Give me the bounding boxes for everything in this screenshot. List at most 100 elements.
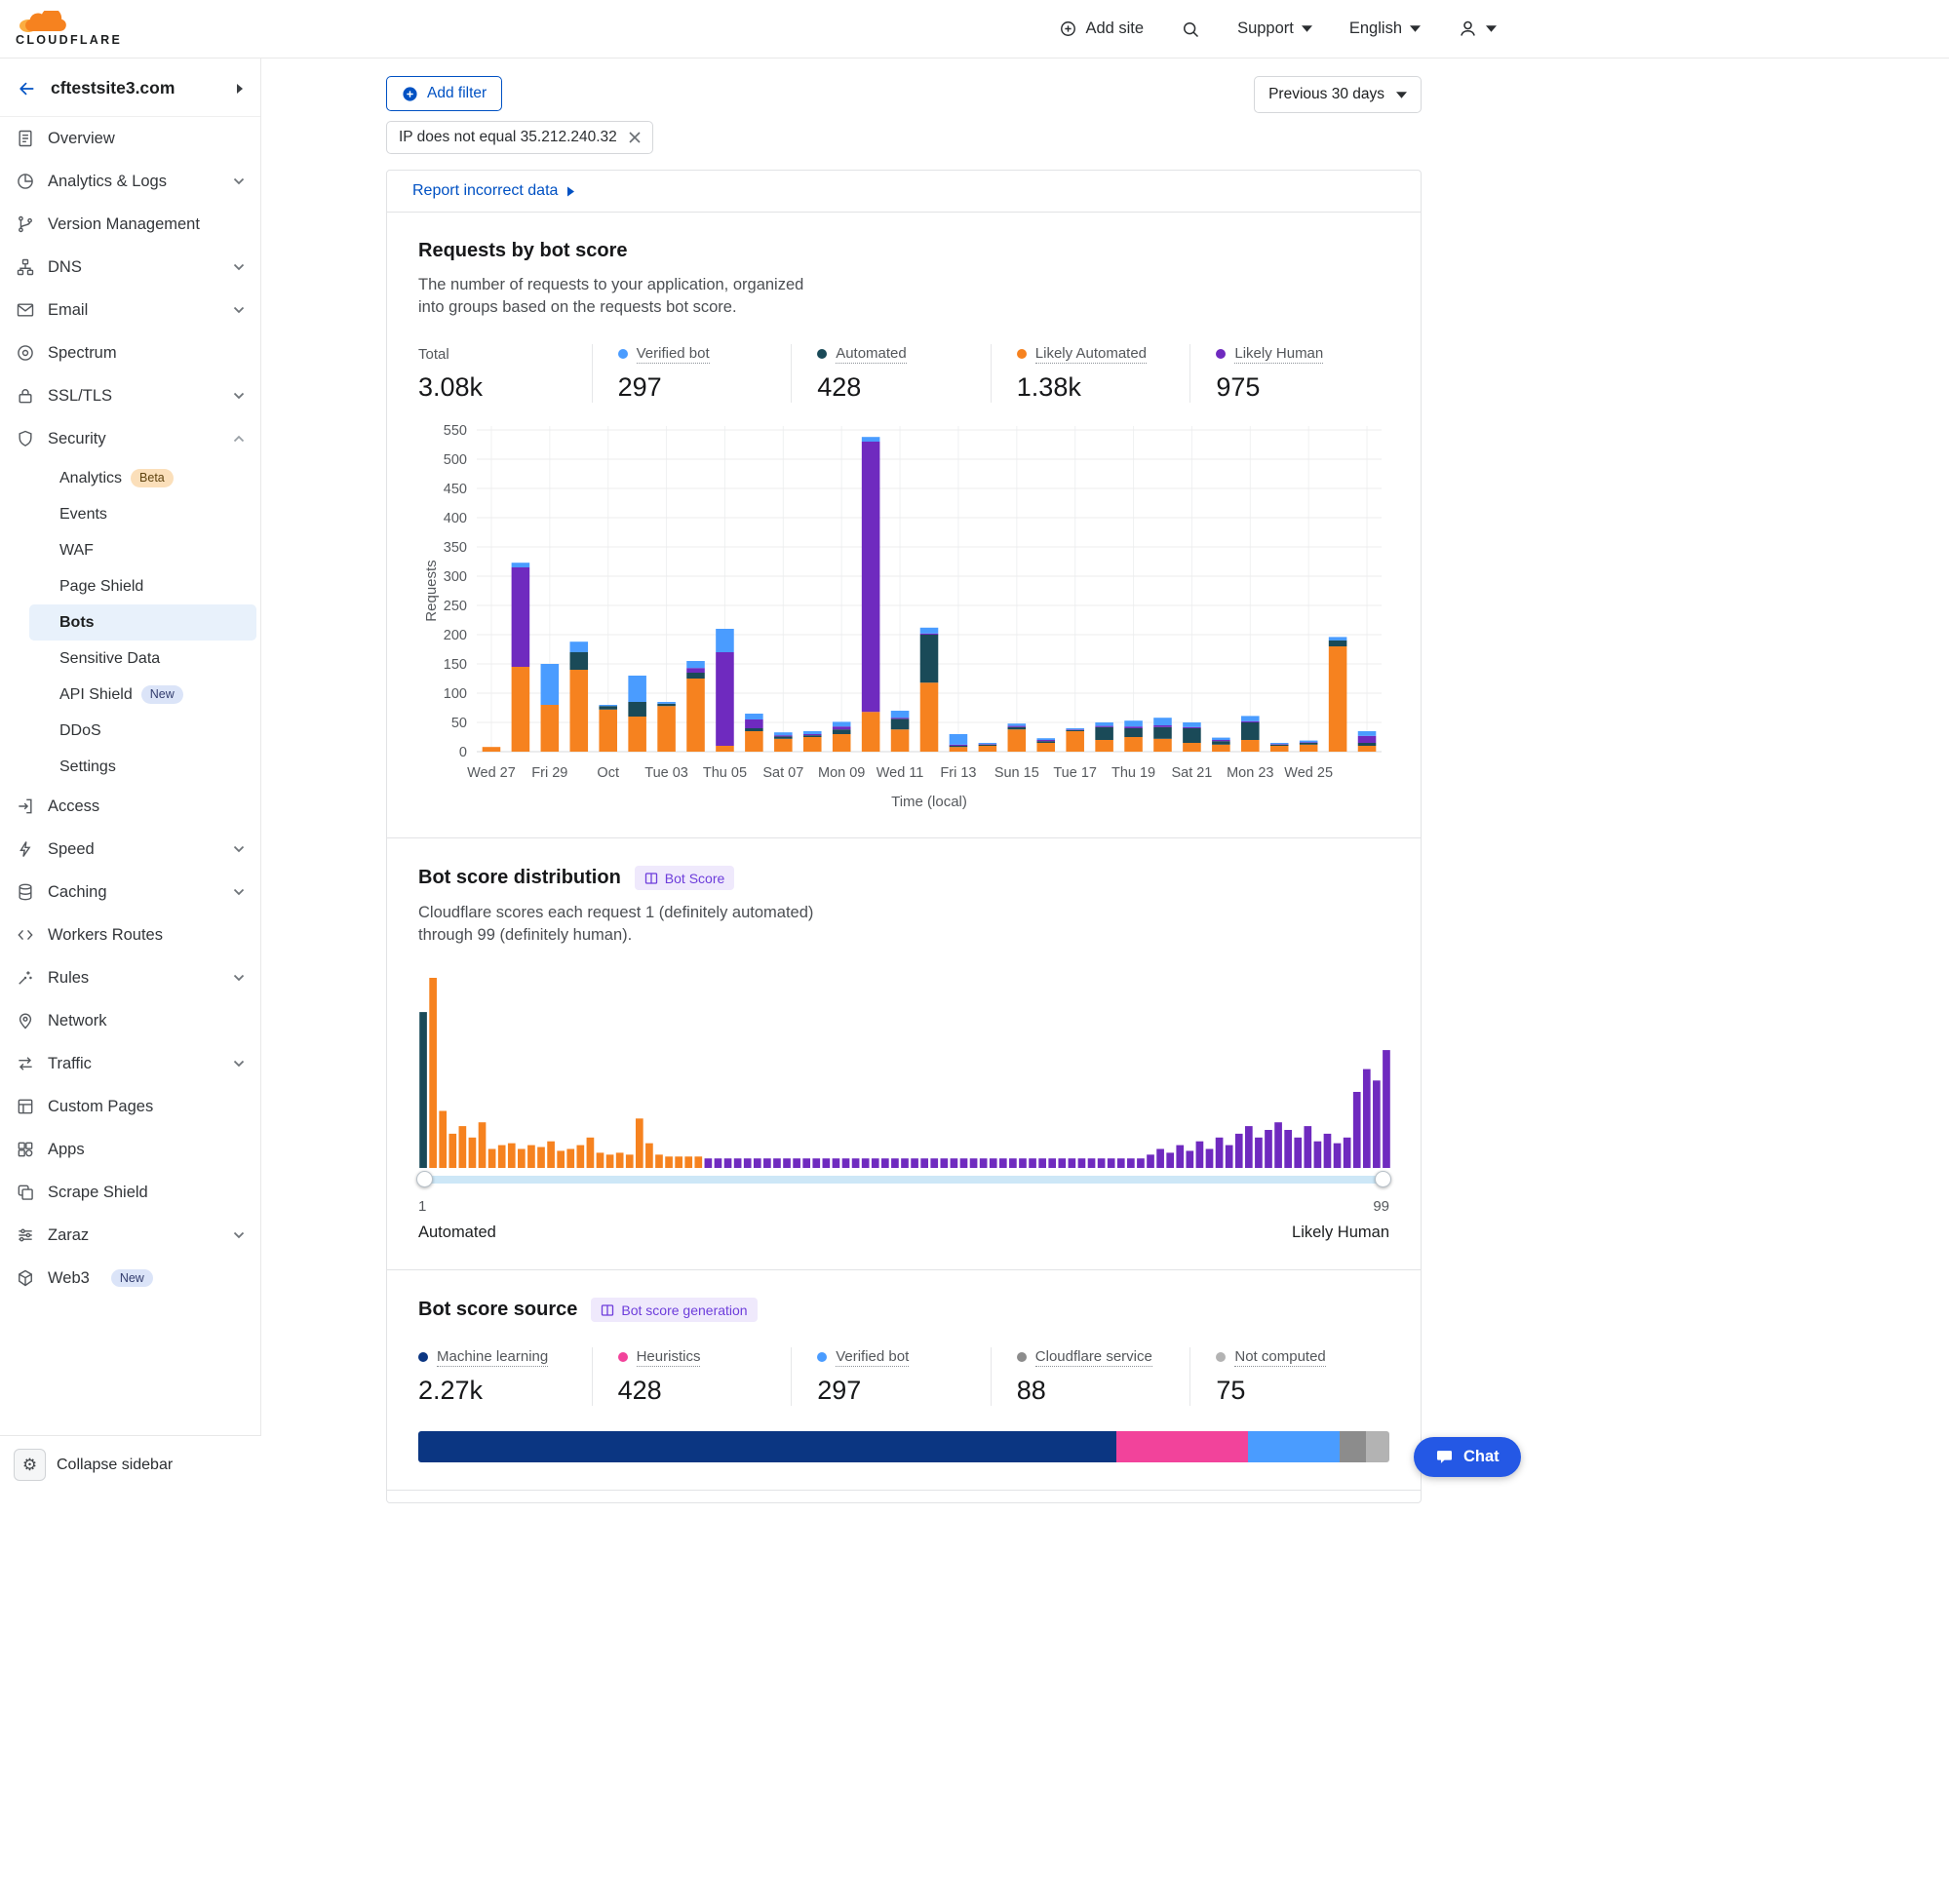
- sidebar-item-network[interactable]: Network: [0, 999, 260, 1042]
- svg-text:100: 100: [444, 686, 467, 702]
- card-title: Bot score source: [418, 1299, 577, 1321]
- sidebar-item-label: Overview: [48, 130, 115, 148]
- sidebar-subitem-security-api-shield[interactable]: API Shield New: [0, 677, 260, 713]
- stat-label[interactable]: Not computed: [1234, 1348, 1325, 1367]
- account-menu[interactable]: [1458, 19, 1497, 39]
- stat-machine-learning: Machine learning 2.27k: [418, 1347, 592, 1406]
- stat-total: Total 3.08k: [418, 344, 592, 403]
- sidebar-item-version-management[interactable]: Version Management: [0, 203, 260, 246]
- sidebar-item-ssl-tls[interactable]: SSL/TLS: [0, 374, 260, 417]
- sidebar-item-dns[interactable]: DNS: [0, 246, 260, 289]
- sidebar-item-caching[interactable]: Caching: [0, 871, 260, 913]
- chevron-down-icon: [233, 1231, 245, 1239]
- subitem-label: DDoS: [59, 722, 101, 740]
- sidebar-subitem-security-page-shield[interactable]: Page Shield: [0, 568, 260, 604]
- score-range-slider: [418, 1170, 1389, 1188]
- source-distribution-bar: [418, 1431, 1389, 1462]
- legend-dot: [618, 1352, 628, 1362]
- sidebar-subitem-security-events[interactable]: Events: [0, 496, 260, 532]
- card-title: Requests by bot score: [418, 240, 1389, 262]
- sidebar-subitem-security-waf[interactable]: WAF: [0, 532, 260, 568]
- close-icon[interactable]: [629, 132, 641, 143]
- chevron-down-icon: [1396, 92, 1407, 98]
- code-brackets-icon: [16, 925, 35, 945]
- site-name: cftestsite3.com: [51, 78, 175, 98]
- sidebar-item-scrape-shield[interactable]: Scrape Shield: [0, 1171, 260, 1214]
- copy-shield-icon: [16, 1183, 35, 1202]
- add-filter-button[interactable]: Add filter: [386, 76, 502, 111]
- sidebar-item-label: Network: [48, 1012, 107, 1030]
- sidebar-item-overview[interactable]: Overview: [0, 117, 260, 160]
- stat-label[interactable]: Machine learning: [437, 1348, 548, 1367]
- date-range-label: Previous 30 days: [1268, 86, 1384, 103]
- back-arrow-icon[interactable]: [16, 79, 37, 98]
- sidebar-item-email[interactable]: Email: [0, 289, 260, 331]
- bot-score-badge[interactable]: Bot Score: [635, 866, 734, 890]
- stat-label[interactable]: Verified bot: [637, 345, 710, 364]
- slider-handle-min[interactable]: [416, 1171, 433, 1187]
- sidebar-item-access[interactable]: Access: [0, 785, 260, 828]
- chevron-right-icon[interactable]: [236, 83, 245, 95]
- network-nodes-icon: [16, 257, 35, 277]
- sidebar-item-label: Web3: [48, 1269, 90, 1288]
- stat-cloudflare-service: Cloudflare service 88: [991, 1347, 1190, 1406]
- chat-button[interactable]: Chat: [1414, 1437, 1521, 1477]
- sidebar-item-apps[interactable]: Apps: [0, 1128, 260, 1171]
- subitem-label: Page Shield: [59, 578, 143, 596]
- stat-label[interactable]: Verified bot: [836, 1348, 909, 1367]
- sidebar-subitem-security-bots[interactable]: Bots: [29, 604, 256, 641]
- chevron-down-icon: [233, 1060, 245, 1068]
- stat-likely-human: Likely Human 975: [1189, 344, 1389, 403]
- add-site-label: Add site: [1085, 19, 1144, 38]
- sidebar-subitem-security-ddos[interactable]: DDoS: [0, 713, 260, 749]
- sidebar-item-web3[interactable]: Web3 New: [0, 1257, 260, 1300]
- analytics-panel: Report incorrect data Requests by bot sc…: [386, 170, 1422, 1503]
- report-incorrect-data-link[interactable]: Report incorrect data: [412, 182, 558, 200]
- git-branch-icon: [16, 214, 35, 234]
- sidebar-item-label: Zaraz: [48, 1226, 89, 1245]
- stat-verified-bot-source: Verified bot 297: [791, 1347, 991, 1406]
- sidebar-item-spectrum[interactable]: Spectrum: [0, 331, 260, 374]
- sidebar-item-label: Security: [48, 430, 106, 448]
- sidebar-item-security[interactable]: Security: [0, 417, 260, 460]
- stat-label[interactable]: Automated: [836, 345, 907, 364]
- sidebar-item-speed[interactable]: Speed: [0, 828, 260, 871]
- collapse-sidebar-label[interactable]: Collapse sidebar: [57, 1457, 173, 1474]
- sidebar-item-workers-routes[interactable]: Workers Routes: [0, 913, 260, 956]
- sidebar-subitem-security-sensitive-data[interactable]: Sensitive Data: [0, 641, 260, 677]
- language-label: English: [1349, 19, 1402, 38]
- sidebar-item-custom-pages[interactable]: Custom Pages: [0, 1085, 260, 1128]
- cloudflare-cloud-icon: [16, 11, 68, 33]
- chevron-down-icon: [233, 845, 245, 853]
- gear-icon[interactable]: ⚙: [14, 1449, 46, 1481]
- subitem-label: Analytics: [59, 470, 122, 487]
- chevron-down-icon: [233, 263, 245, 271]
- collapse-sidebar-bar: ⚙ Collapse sidebar: [0, 1435, 261, 1494]
- stat-label[interactable]: Heuristics: [637, 1348, 701, 1367]
- bot-score-generation-badge[interactable]: Bot score generation: [591, 1298, 757, 1322]
- source-bar-segment: [1366, 1431, 1389, 1462]
- stat-label[interactable]: Likely Human: [1234, 345, 1323, 364]
- stat-label[interactable]: Cloudflare service: [1035, 1348, 1152, 1367]
- sidebar-subitem-security-analytics[interactable]: Analytics Beta: [0, 460, 260, 496]
- slider-handle-max[interactable]: [1375, 1171, 1391, 1187]
- topnav-actions: Add site Support English: [1059, 19, 1933, 39]
- sidebar-item-traffic[interactable]: Traffic: [0, 1042, 260, 1085]
- sidebar-item-label: Custom Pages: [48, 1098, 153, 1116]
- filter-chip[interactable]: IP does not equal 35.212.240.32: [386, 121, 653, 154]
- language-menu[interactable]: English: [1349, 19, 1421, 38]
- svg-text:Requests: Requests: [423, 561, 440, 622]
- sidebar-item-analytics-logs[interactable]: Analytics & Logs: [0, 160, 260, 203]
- sidebar-item-label: Traffic: [48, 1055, 92, 1073]
- add-site-button[interactable]: Add site: [1059, 19, 1144, 38]
- cloudflare-logo[interactable]: CLOUDFLARE: [16, 11, 122, 47]
- chevron-down-icon: [233, 177, 245, 185]
- chevron-down-icon: [1302, 25, 1312, 32]
- stat-label[interactable]: Likely Automated: [1035, 345, 1147, 364]
- sidebar-item-rules[interactable]: Rules: [0, 956, 260, 999]
- search-button[interactable]: [1181, 19, 1200, 39]
- sidebar-subitem-security-settings[interactable]: Settings: [0, 749, 260, 785]
- support-menu[interactable]: Support: [1237, 19, 1312, 38]
- sidebar-item-zaraz[interactable]: Zaraz: [0, 1214, 260, 1257]
- date-range-select[interactable]: Previous 30 days: [1254, 76, 1422, 113]
